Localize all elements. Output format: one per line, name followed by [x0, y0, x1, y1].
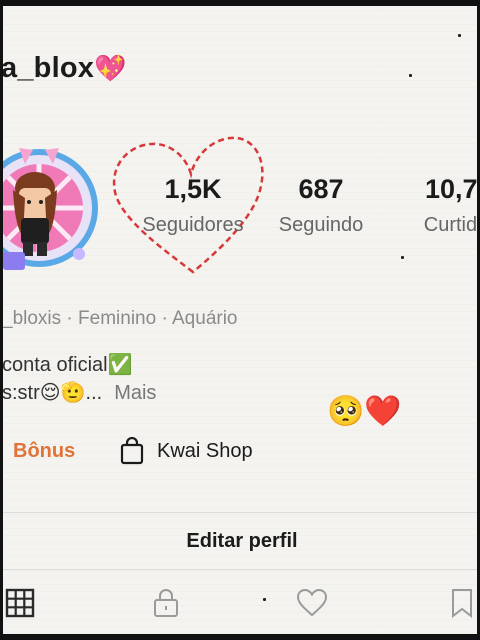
username: a_blox — [3, 52, 95, 84]
grid-icon — [5, 588, 35, 618]
noise-speck — [409, 74, 412, 77]
pleading-heart-emoji: 🥺❤️ — [327, 395, 402, 428]
lock-icon — [154, 589, 178, 617]
stat-followers[interactable]: 1,5K Seguidores — [135, 174, 251, 237]
following-label: Seguindo — [278, 214, 364, 236]
noise-speck — [401, 256, 404, 259]
tab-posts[interactable] — [3, 586, 37, 620]
kwai-shop-label: Kwai Shop — [157, 439, 253, 462]
profile-screen: a_blox💖 1,5K Seguidores 687 Seguindo 10,… — [3, 6, 477, 634]
bio-more-link[interactable]: Mais — [114, 382, 156, 404]
profile-tab-bar — [3, 576, 477, 628]
following-count: 687 — [298, 174, 344, 204]
stat-following[interactable]: 687 Seguindo — [269, 174, 373, 237]
heart-icon — [296, 588, 328, 617]
kwai-shop-link[interactable]: Kwai Shop — [119, 434, 253, 468]
bio-line-2: s:str😌🫡... Mais — [3, 380, 156, 405]
noise-speck — [458, 34, 461, 37]
username-header: a_blox💖 — [3, 52, 127, 85]
likes-label: Curtidas — [423, 214, 477, 236]
bio-line-1: conta oficial✅ — [3, 354, 133, 376]
shopping-bag-icon — [120, 437, 144, 465]
stats-row: 1,5K Seguidores 687 Seguindo 10,7K Curti… — [3, 174, 477, 244]
bookmark-icon — [452, 589, 472, 618]
likes-count: 10,7K — [424, 174, 477, 204]
bonus-link[interactable]: Bônus — [13, 440, 75, 463]
followers-count: 1,5K — [164, 174, 222, 204]
profile-info-line: _bloxis · Feminino · Aquário — [3, 308, 238, 329]
edit-profile-button[interactable]: Editar perfil — [3, 512, 477, 570]
tab-saved[interactable] — [445, 586, 477, 620]
sparkling-heart-emoji: 💖 — [94, 53, 127, 83]
noise-speck — [263, 598, 266, 601]
followers-label: Seguidores — [142, 214, 244, 236]
stat-likes[interactable]: 10,7K Curtidas — [401, 174, 477, 237]
tab-liked[interactable] — [295, 586, 329, 620]
edit-profile-label: Editar perfil — [186, 529, 298, 552]
tab-private[interactable] — [149, 586, 183, 620]
profile-links-row: Bônus Kwai Shop — [3, 432, 477, 472]
bio-line-2-text: s:str😌🫡... — [3, 382, 103, 404]
